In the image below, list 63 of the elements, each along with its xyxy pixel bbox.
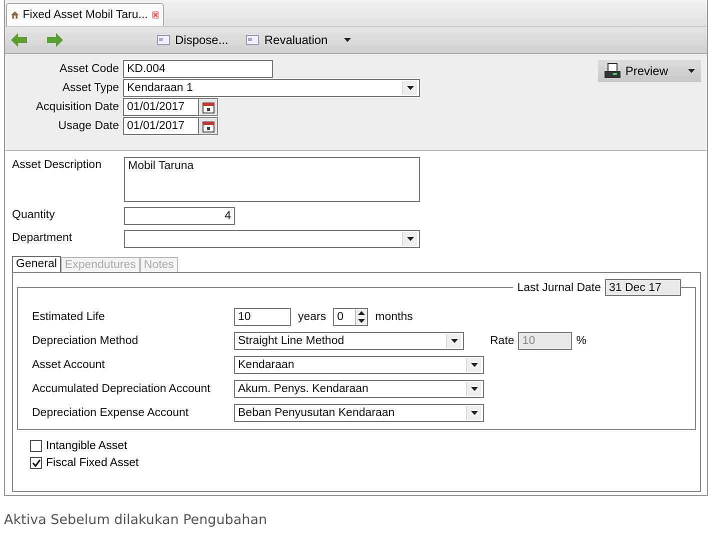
tab[interactable]: General (12, 256, 61, 272)
checkbox[interactable]: Fiscal Fixed Asset (30, 457, 696, 469)
date-field: 31 Dec 17 (605, 279, 681, 296)
field-label: Estimated Life (32, 311, 106, 323)
calendar-icon (202, 100, 214, 114)
calendar-button[interactable] (199, 98, 218, 116)
calendar-icon (202, 120, 214, 132)
caret-icon (470, 387, 478, 391)
caret-icon (406, 86, 414, 90)
dropdown-field[interactable]: Beban Penyusutan Kendaraan (234, 404, 484, 422)
caret-icon (344, 38, 351, 42)
caption: Aktiva Sebelum dilakukan Pengubahan (4, 512, 268, 528)
forward-arrow-icon[interactable] (47, 33, 63, 47)
years-field[interactable]: 10 (234, 308, 291, 326)
calendar-button[interactable] (199, 117, 218, 135)
field-label: Quantity (12, 208, 56, 221)
caret-icon (470, 363, 478, 367)
printer-icon (604, 63, 622, 79)
dropdown-field[interactable]: Akum. Penys. Kendaraan (234, 380, 484, 398)
months-spinner[interactable]: 0 (333, 308, 368, 326)
text-area[interactable]: Mobil Taruna (124, 157, 420, 202)
dropdown-field[interactable]: Kendaraan (234, 356, 484, 374)
caret-icon (470, 411, 478, 415)
date-field[interactable]: 01/01/2017 (123, 98, 199, 116)
document-tab[interactable]: Fixed Asset Mobil Taru... (6, 3, 164, 26)
field-label: Acquisition Date (34, 101, 119, 113)
text-field[interactable]: KD.004 (123, 60, 273, 78)
toolbar-button[interactable]: Revaluation (242, 31, 355, 49)
home-icon (11, 9, 19, 21)
checkbox[interactable]: Intangible Asset (30, 440, 696, 452)
preview-button[interactable]: Preview (598, 60, 701, 82)
document-icon (157, 35, 170, 45)
caret-icon (450, 339, 458, 343)
up-arrow-icon (358, 311, 366, 315)
number-field[interactable]: 4 (124, 207, 235, 225)
dropdown-field[interactable] (124, 230, 420, 248)
field-label: Last Jurnal Date (517, 282, 601, 294)
field-label: Depreciation Expense Account (32, 407, 190, 419)
toolbar-button[interactable]: Dispose... (153, 31, 232, 49)
field-label: Asset Description (12, 158, 102, 171)
field-label: Department (12, 231, 74, 244)
tab-title: Fixed Asset Mobil Taru... (22, 9, 148, 21)
rate-field: 10 (518, 332, 572, 350)
field-label: Asset Code (58, 63, 119, 75)
field-label: Depreciation Method (32, 335, 140, 347)
percent-label: % (576, 335, 587, 347)
date-field[interactable]: 01/01/2017 (123, 117, 199, 135)
dropdown-field[interactable]: Straight Line Method (234, 332, 464, 350)
close-icon[interactable] (152, 9, 159, 21)
back-arrow-icon[interactable] (11, 33, 27, 47)
unit-label: months (375, 311, 413, 323)
caret-icon (688, 69, 695, 73)
dropdown-field[interactable]: Kendaraan 1 (123, 79, 420, 97)
field-label: Accumulated Depreciation Account (32, 383, 212, 395)
document-icon (246, 35, 260, 45)
unit-label: years (298, 311, 326, 323)
caret-icon (406, 237, 414, 241)
caret-icon (358, 319, 366, 323)
field-label: Asset Account (32, 359, 106, 371)
check-icon (32, 459, 40, 467)
rate-label: Rate (490, 335, 514, 347)
field-label: Usage Date (57, 120, 119, 132)
field-label: Asset Type (61, 82, 119, 94)
